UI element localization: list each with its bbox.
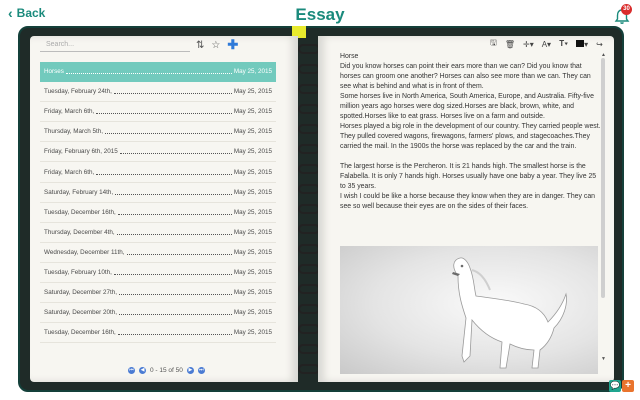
- essay-paragraph: Did you know horses can point their ears…: [340, 63, 591, 90]
- pagination: ⏮ ◀ 0 - 15 of 50 ▶ ⏭: [128, 367, 205, 374]
- color-icon[interactable]: ▾: [576, 39, 588, 49]
- essay-paragraph: Horses played a big role in the developm…: [340, 123, 601, 150]
- save-icon[interactable]: 🖫: [490, 37, 497, 51]
- search-input[interactable]: Search...: [40, 38, 190, 52]
- delete-icon[interactable]: 🗑: [505, 40, 515, 49]
- list-item[interactable]: Tuesday, February 10th, May 25, 2015: [40, 263, 276, 284]
- notification-button[interactable]: 30: [613, 4, 635, 27]
- page-title: Essay: [295, 5, 345, 24]
- entry-list: Horses May 25, 2015 Tuesday, February 24t…: [40, 62, 276, 344]
- notification-badge: 30: [621, 4, 632, 15]
- chat-button[interactable]: 💬: [609, 380, 621, 392]
- font-size-icon[interactable]: 𝐓▾: [559, 39, 568, 49]
- add-icon[interactable]: ✛▾: [523, 40, 534, 49]
- add-button[interactable]: +: [622, 380, 634, 392]
- list-item[interactable]: Saturday, February 14th, May 25, 2015: [40, 183, 276, 203]
- first-page-button[interactable]: ⏮: [128, 367, 135, 374]
- list-item[interactable]: Tuesday, December 16th, May 25, 2015: [40, 203, 276, 223]
- list-item[interactable]: Friday, March 6th, May 25, 2015: [40, 102, 276, 123]
- font-icon[interactable]: A▾: [542, 40, 551, 49]
- list-item[interactable]: Thursday, March 5th, May 25, 2015: [40, 122, 276, 143]
- essay-heading: Horse: [340, 53, 359, 60]
- list-item[interactable]: Tuesday, December 16th, May 25, 2015: [40, 323, 276, 344]
- prev-page-button[interactable]: ◀: [139, 367, 146, 374]
- list-item[interactable]: Thursday, December 4th, May 25, 2015: [40, 223, 276, 243]
- list-item[interactable]: Horses May 25, 2015: [40, 62, 276, 83]
- sort-icon[interactable]: ⇅: [196, 40, 204, 51]
- scroll-thumb[interactable]: [601, 58, 605, 298]
- share-icon[interactable]: ↪: [596, 40, 603, 49]
- list-item[interactable]: Saturday, December 20th, May 25, 2015: [40, 303, 276, 324]
- add-entry-button[interactable]: ✚: [227, 37, 238, 53]
- next-page-button[interactable]: ▶: [186, 367, 194, 374]
- scroll-down-icon[interactable]: ▼: [601, 356, 606, 362]
- star-icon[interactable]: ☆: [211, 40, 220, 51]
- list-item[interactable]: Friday, March 6th, May 25, 2015: [40, 162, 276, 183]
- last-page-button[interactable]: ⏭: [197, 367, 205, 374]
- essay-paragraph: I wish I could be like a horse because t…: [340, 193, 595, 210]
- list-item[interactable]: Friday, February 6th, 2015 May 25, 2015: [40, 142, 276, 163]
- list-item[interactable]: Saturday, December 27th, May 25, 2015: [40, 283, 276, 304]
- list-item[interactable]: Wednesday, December 11th, May 25, 2015: [40, 243, 276, 263]
- spiral-binding: [298, 40, 320, 380]
- white-horse-image: [340, 246, 598, 374]
- editor-toolbar: 🖫 🗑 ✛▾ A▾ 𝐓▾ ▾ ↪: [490, 38, 603, 50]
- list-toolbar: ⇅ ☆ ✚: [196, 37, 238, 53]
- page-range: 0 - 15 of 50: [150, 367, 183, 374]
- content-scrollbar[interactable]: ▲ ▼: [601, 52, 606, 362]
- list-item[interactable]: Tuesday, February 24th, May 25, 2015: [40, 82, 276, 103]
- essay-paragraph: The largest horse is the Percheron. It i…: [340, 163, 597, 190]
- essay-paragraph: Some horses live in North America, South…: [340, 93, 594, 120]
